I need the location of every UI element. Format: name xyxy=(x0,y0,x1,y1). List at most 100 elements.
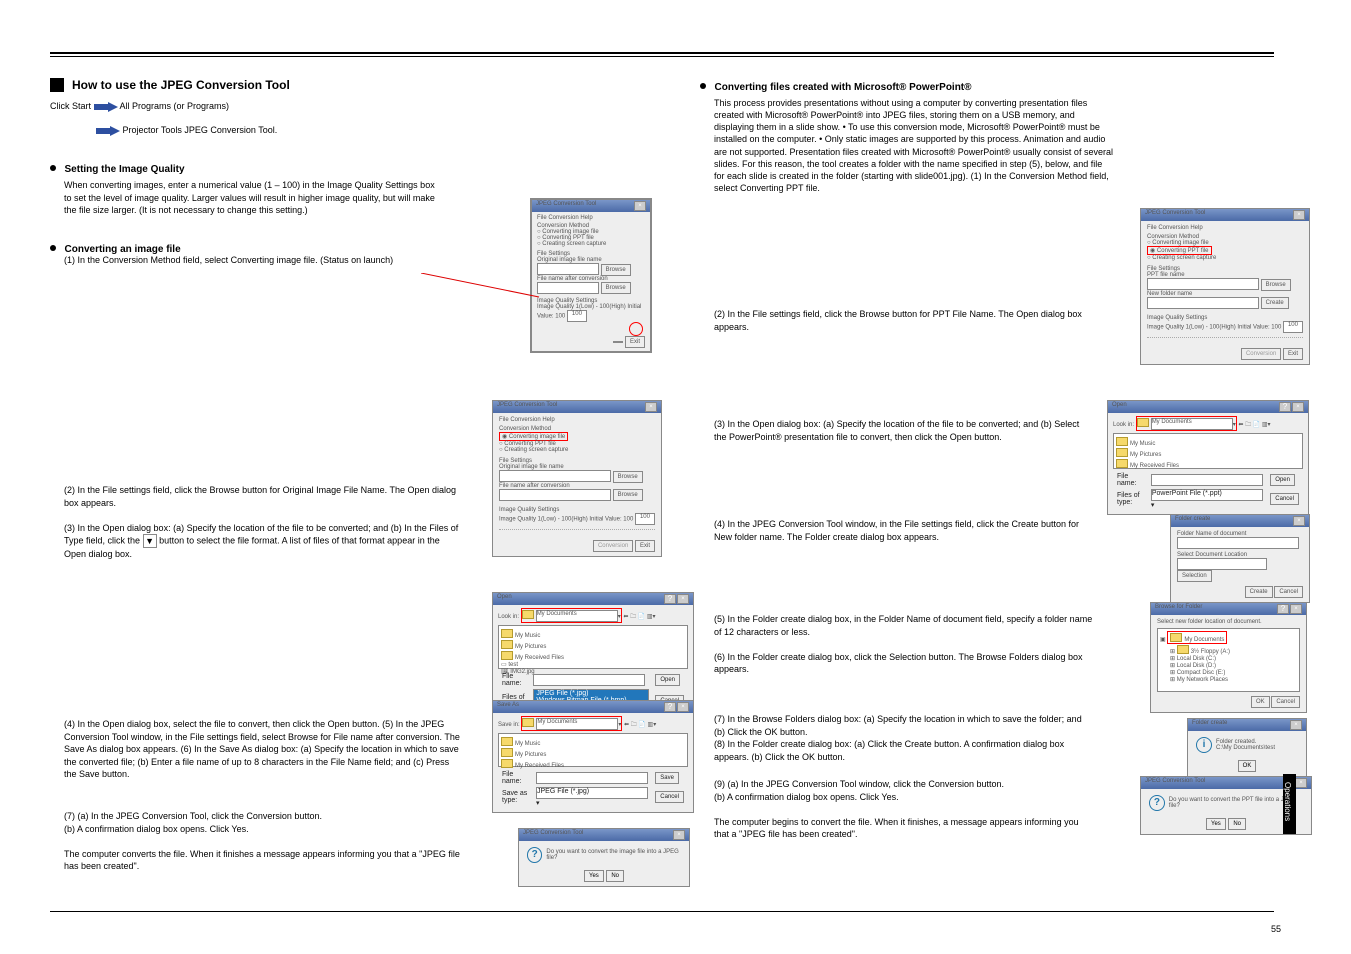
folder-icon xyxy=(522,610,534,619)
page-number: 55 xyxy=(1271,924,1281,934)
dropdown-icon[interactable]: ▾ xyxy=(1151,502,1155,509)
save-button[interactable]: Save xyxy=(655,772,679,784)
fig-folder-created: Folder create× i Folder created.C:\My Do… xyxy=(1187,718,1307,777)
folder-icon xyxy=(1170,633,1182,642)
no-button[interactable]: No xyxy=(1228,818,1246,830)
bullet-title: Converting an image file xyxy=(65,244,181,255)
create-button[interactable]: Create xyxy=(1261,297,1289,309)
folder-icon xyxy=(1177,645,1189,654)
toolbar-icons[interactable]: ⬅ 🗀 📄 ▥▾ xyxy=(623,614,655,620)
toolbar-icons[interactable]: ⬅ 🗀 📄 ▥▾ xyxy=(624,722,656,728)
close-icon[interactable]: × xyxy=(677,702,689,712)
right-arrow-icon xyxy=(96,124,120,136)
close-icon[interactable]: × xyxy=(1293,516,1305,526)
step-text: (7) In the Browse Folders dialog box: (a… xyxy=(714,713,1094,763)
close-icon[interactable]: × xyxy=(1295,778,1307,788)
toolbar-icons[interactable]: ⬅ 🗀 📄 ▥▾ xyxy=(1238,422,1270,428)
folder-icon xyxy=(501,651,513,660)
close-icon[interactable]: × xyxy=(677,594,689,604)
help-icon[interactable]: ? xyxy=(664,702,676,712)
step-text: (2) In the File settings field, click th… xyxy=(714,308,1114,333)
no-button[interactable]: No xyxy=(606,870,624,882)
folder-icon xyxy=(1116,437,1128,446)
fig-save-dialog[interactable]: Save As?× Save in: My Documents▾ ⬅ 🗀 📄 ▥… xyxy=(492,700,694,813)
create-button[interactable]: Create xyxy=(1245,586,1273,598)
dropdown-icon[interactable]: ▾ xyxy=(1233,422,1236,428)
dropdown-icon[interactable]: ▾ xyxy=(618,614,621,620)
close-icon[interactable]: × xyxy=(673,830,685,840)
section-square-icon xyxy=(50,78,64,92)
section-text: Click Start All Programs (or Programs) P… xyxy=(50,100,610,136)
select-button[interactable]: Selection xyxy=(1177,570,1212,582)
exit-button[interactable]: Exit xyxy=(625,336,645,348)
question-icon: ? xyxy=(527,847,542,863)
exit-button[interactable]: Exit xyxy=(1283,348,1303,360)
step-text: (5) In the Folder create dialog box, in … xyxy=(714,613,1094,676)
close-icon[interactable]: × xyxy=(1292,402,1304,412)
browse-button[interactable]: Browse xyxy=(613,489,643,501)
yes-button[interactable]: Yes xyxy=(1206,818,1226,830)
ok-button[interactable]: OK xyxy=(1251,696,1270,708)
folder-icon xyxy=(501,640,513,649)
cancel-button[interactable]: Cancel xyxy=(1270,493,1299,505)
convert-button[interactable] xyxy=(613,341,623,343)
bullet-icon xyxy=(50,245,56,251)
help-icon[interactable]: ? xyxy=(1279,402,1291,412)
yes-button[interactable]: Yes xyxy=(584,870,604,882)
rule-top-thick xyxy=(50,52,1274,54)
browse-button[interactable]: Browse xyxy=(601,282,631,294)
folder-icon xyxy=(1137,418,1149,427)
fig-confirm-image: JPEG Conversion Tool× ? Do you want to c… xyxy=(518,828,690,887)
bullet-title: Setting the Image Quality xyxy=(65,164,185,175)
folder-icon xyxy=(522,718,534,727)
fig-conv-ppt-tool: JPEG Conversion Tool× File Conversion He… xyxy=(1140,208,1310,365)
bullet-step: (1) In the Conversion Method field, sele… xyxy=(64,255,393,265)
bullet-icon xyxy=(700,83,706,89)
dropdown-icon[interactable]: ▾ xyxy=(618,722,621,728)
browse-button[interactable]: Browse xyxy=(601,264,631,276)
convert-button[interactable]: Conversion xyxy=(1241,348,1281,360)
folder-icon xyxy=(501,629,513,638)
callout-circle xyxy=(629,322,643,336)
open-button[interactable]: Open xyxy=(1270,474,1295,486)
step3-text: (4) In the Open dialog box, select the f… xyxy=(64,718,464,781)
browse-button[interactable]: Browse xyxy=(1261,279,1291,291)
folder-icon xyxy=(1116,448,1128,457)
close-icon[interactable]: × xyxy=(1290,720,1302,730)
fig-conv-img-tool: JPEG Conversion Tool× File Conversion He… xyxy=(492,400,662,557)
rule-top-thin xyxy=(50,56,1274,57)
close-icon[interactable]: × xyxy=(1290,604,1302,614)
open-button[interactable]: Open xyxy=(655,674,680,686)
step-text: (9) (a) In the JPEG Conversion Tool wind… xyxy=(714,778,1094,841)
help-icon[interactable]: ? xyxy=(1277,604,1289,614)
step-text: (3) In the Open dialog box: (a) Specify … xyxy=(714,418,1094,443)
dropdown-icon[interactable]: ▼ xyxy=(143,534,157,548)
step-text: (4) In the JPEG Conversion Tool window, … xyxy=(714,518,1094,543)
help-icon[interactable]: ? xyxy=(664,594,676,604)
close-icon[interactable]: × xyxy=(634,201,646,211)
right-arrow-icon xyxy=(94,100,118,112)
section-title: How to use the JPEG Conversion Tool xyxy=(72,78,290,92)
close-icon[interactable]: × xyxy=(645,402,657,412)
fig-browse-folder[interactable]: Browse for Folder?× Select new folder lo… xyxy=(1150,602,1307,713)
convert-button[interactable]: Conversion xyxy=(593,540,633,552)
ok-button[interactable]: OK xyxy=(1238,760,1257,772)
exit-button[interactable]: Exit xyxy=(635,540,655,552)
bullet-body: This process provides presentations with… xyxy=(714,97,1114,194)
step2-text: (2) In the File settings field, click th… xyxy=(64,484,464,561)
cancel-button[interactable]: Cancel xyxy=(1271,696,1300,708)
side-tab: Operations xyxy=(1283,774,1296,834)
browse-button[interactable]: Browse xyxy=(613,471,643,483)
dropdown-icon[interactable]: ▾ xyxy=(536,800,540,807)
cancel-button[interactable]: Cancel xyxy=(1274,586,1303,598)
folder-icon xyxy=(501,748,513,757)
bullet-title: Converting files created with Microsoft®… xyxy=(715,82,972,93)
folder-icon xyxy=(501,737,513,746)
leader-line xyxy=(421,273,541,303)
folder-icon xyxy=(1116,459,1128,468)
close-icon[interactable]: × xyxy=(1293,210,1305,220)
fig-folder-create[interactable]: Folder create× Folder Name of document S… xyxy=(1170,514,1310,603)
fig-open-ppt[interactable]: Open?× Look in: My Documents▾ ⬅ 🗀 📄 ▥▾ M… xyxy=(1107,400,1309,515)
cancel-button[interactable]: Cancel xyxy=(655,791,684,803)
info-icon: i xyxy=(1196,737,1212,753)
